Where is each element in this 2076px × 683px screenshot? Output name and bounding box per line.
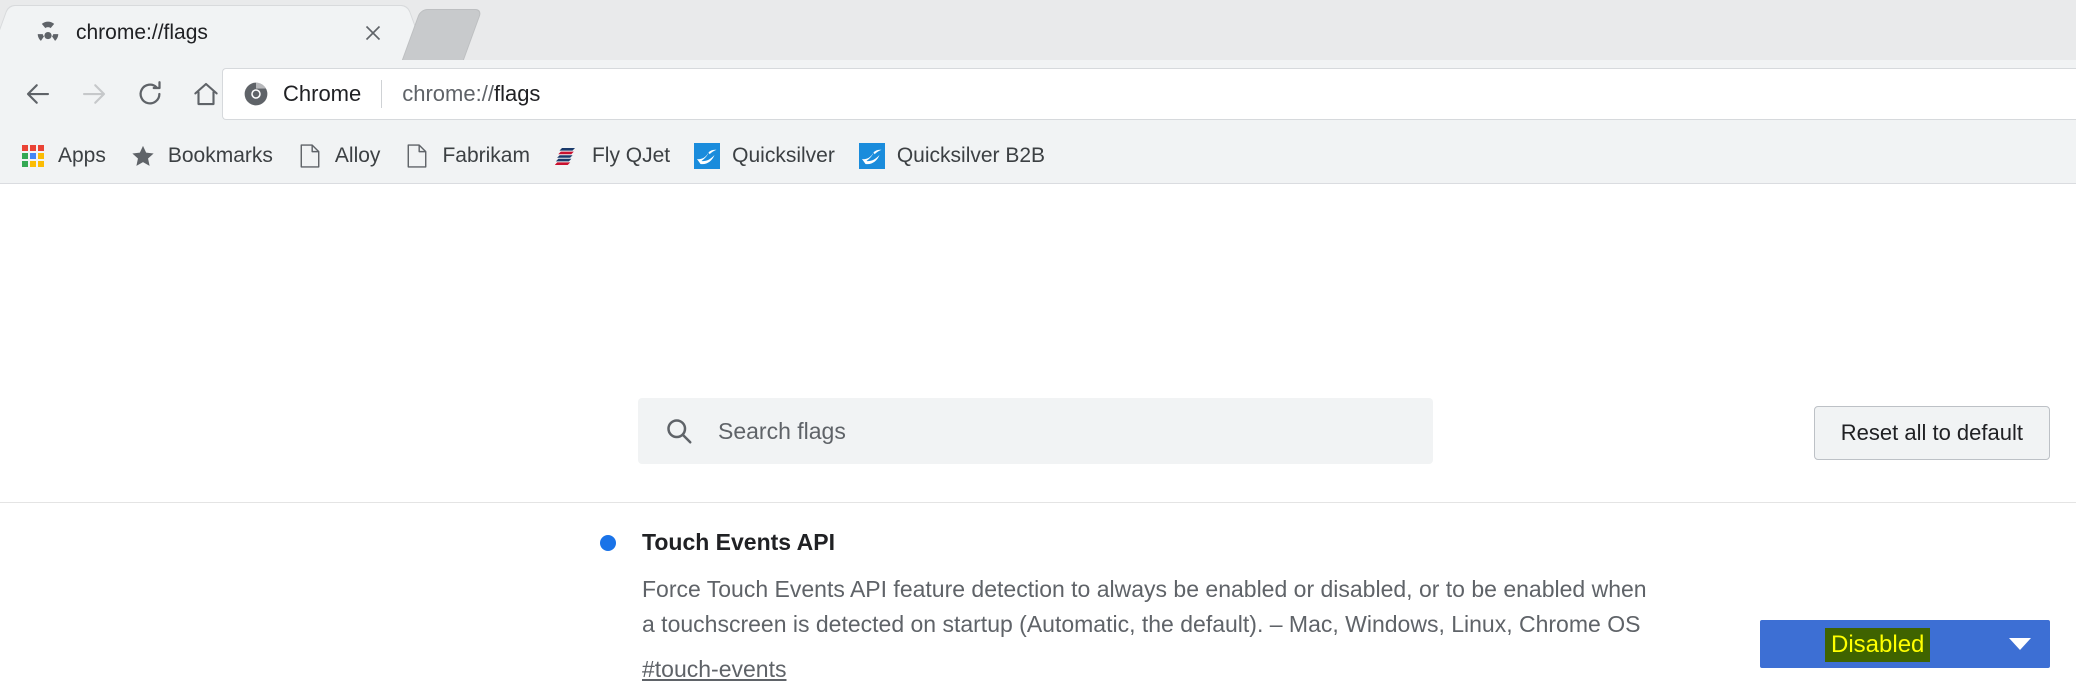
reload-icon[interactable] bbox=[122, 66, 178, 122]
omnibox-separator bbox=[381, 80, 382, 108]
omnibox-url: chrome://flags bbox=[402, 81, 540, 107]
experiment-permalink[interactable]: #touch-events bbox=[642, 656, 786, 683]
back-arrow-icon[interactable] bbox=[10, 66, 66, 122]
bookmark-item-apps[interactable]: Apps bbox=[10, 136, 116, 176]
airline-stripes-icon bbox=[554, 143, 580, 169]
browser-tab[interactable]: chrome://flags bbox=[12, 6, 404, 60]
omnibox-url-host: flags bbox=[494, 81, 540, 106]
bookmark-label: Quicksilver B2B bbox=[897, 144, 1045, 168]
bookmark-label: Fly QJet bbox=[592, 144, 670, 168]
search-flags-box[interactable] bbox=[638, 398, 1433, 464]
address-bar[interactable]: Chrome chrome://flags bbox=[222, 68, 2076, 120]
omnibox-chip-label: Chrome bbox=[283, 81, 361, 107]
experiment-select-value: Disabled bbox=[1825, 628, 1930, 662]
search-input[interactable] bbox=[716, 397, 1433, 465]
reset-all-to-default-button[interactable]: Reset all to default bbox=[1814, 406, 2050, 460]
page-icon bbox=[297, 143, 323, 169]
forward-arrow-icon bbox=[66, 66, 122, 122]
page-icon bbox=[404, 143, 430, 169]
experiment-title: Touch Events API bbox=[642, 529, 835, 556]
bookmark-item-fly-qjet[interactable]: Fly QJet bbox=[544, 136, 680, 176]
bookmark-label: Alloy bbox=[335, 144, 381, 168]
blue-bird-icon bbox=[694, 143, 720, 169]
experiment-title-row: Touch Events API bbox=[600, 529, 1660, 556]
star-icon bbox=[130, 143, 156, 169]
omnibox-url-scheme: chrome:// bbox=[402, 81, 494, 106]
bookmark-item-bookmarks[interactable]: Bookmarks bbox=[120, 136, 283, 176]
bookmark-label: Bookmarks bbox=[168, 144, 273, 168]
close-icon[interactable] bbox=[356, 16, 390, 50]
experiment-details: Touch Events API Force Touch Events API … bbox=[600, 529, 1660, 683]
browser-toolbar: Chrome chrome://flags bbox=[0, 60, 2076, 128]
section-divider bbox=[0, 502, 2076, 503]
experiment-select[interactable]: Disabled bbox=[1760, 620, 2050, 668]
bookmark-item-quicksilver-b2b[interactable]: Quicksilver B2B bbox=[849, 136, 1055, 176]
radiation-hazard-icon bbox=[34, 19, 62, 47]
flags-page: Reset all to default Touch Events API Fo… bbox=[0, 184, 2076, 526]
status-badge bbox=[600, 535, 616, 551]
tab-title: chrome://flags bbox=[76, 21, 356, 45]
bookmark-item-alloy[interactable]: Alloy bbox=[287, 136, 391, 176]
search-icon bbox=[664, 416, 694, 446]
bookmark-item-fabrikam[interactable]: Fabrikam bbox=[394, 136, 540, 176]
tab-strip: chrome://flags bbox=[0, 0, 2076, 60]
browser-window: chrome://flags bbox=[0, 0, 2076, 600]
bookmark-label: Fabrikam bbox=[442, 144, 530, 168]
apps-grid-icon bbox=[20, 143, 46, 169]
bookmark-label: Apps bbox=[58, 144, 106, 168]
experiment-description: Force Touch Events API feature detection… bbox=[642, 572, 1660, 642]
chevron-down-icon[interactable] bbox=[2009, 638, 2031, 650]
bookmark-item-quicksilver[interactable]: Quicksilver bbox=[684, 136, 845, 176]
bookmark-label: Quicksilver bbox=[732, 144, 835, 168]
blue-bird-icon bbox=[859, 143, 885, 169]
bookmarks-bar: Apps Bookmarks Alloy bbox=[0, 128, 2076, 184]
experiment-select-wrapper[interactable]: Disabled bbox=[1760, 620, 2050, 668]
chrome-logo-icon bbox=[243, 81, 269, 107]
